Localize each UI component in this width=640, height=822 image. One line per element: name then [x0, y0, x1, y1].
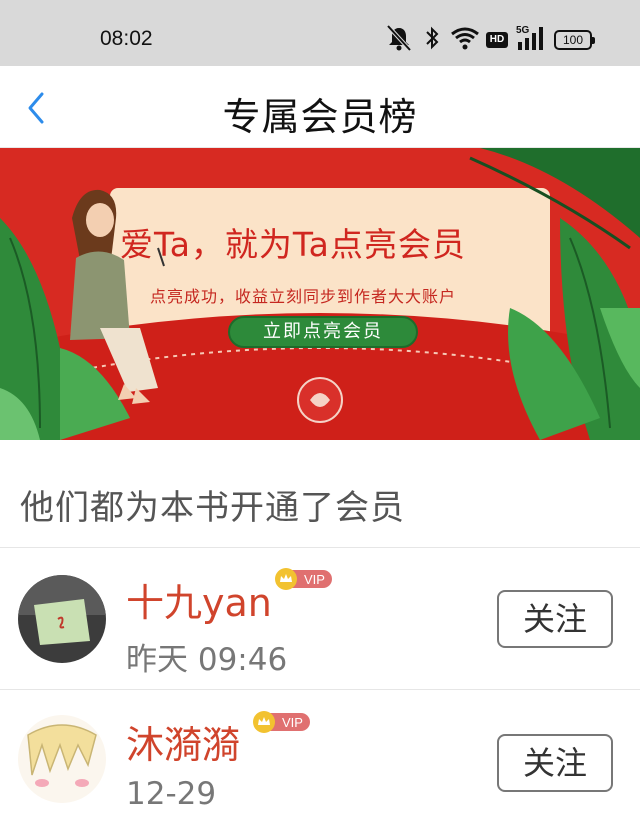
activate-membership-button[interactable]: 立即点亮会员	[228, 316, 418, 348]
svg-text:5G: 5G	[516, 25, 530, 36]
banner-subtitle: 点亮成功，收益立刻同步到作者大大账户	[150, 287, 457, 306]
page-title: 专属会员榜	[222, 95, 418, 139]
avatar[interactable]	[18, 715, 106, 803]
list-item: 十九yan VIP 昨天 09:46 关注	[0, 548, 640, 688]
avatar-image	[18, 715, 106, 803]
status-icons: HD 5G 100	[382, 22, 602, 58]
5g-signal-icon: 5G	[516, 25, 543, 50]
list-item: 沐漪漪 VIP 12-29 关注	[0, 690, 640, 822]
section-title: 他们都为本书开通了会员	[20, 488, 405, 528]
follow-button[interactable]: 关注	[497, 590, 613, 648]
vip-badge: VIP	[275, 568, 332, 590]
hd-icon: HD	[486, 32, 508, 48]
avatar[interactable]	[18, 575, 106, 663]
banner-headline: 爱Ta，就为Ta点亮会员	[120, 225, 466, 264]
mute-bell-icon	[386, 24, 412, 52]
member-name[interactable]: 十九yan	[126, 572, 272, 627]
member-name[interactable]: 沐漪漪	[126, 714, 240, 769]
vip-badge-label: VIP	[304, 572, 325, 587]
follow-button[interactable]: 关注	[497, 734, 613, 792]
avatar-image	[18, 575, 106, 663]
member-timestamp: 昨天 09:46	[126, 642, 288, 678]
member-timestamp: 12-29	[126, 776, 217, 812]
bluetooth-icon	[426, 26, 439, 50]
promo-banner[interactable]: 爱Ta，就为Ta点亮会员 点亮成功，收益立刻同步到作者大大账户 立即点亮会员	[0, 148, 640, 440]
nav-bar: 专属会员榜	[0, 66, 640, 148]
vip-badge-label: VIP	[282, 715, 303, 730]
battery-icon: 100	[554, 30, 595, 50]
vip-badge: VIP	[253, 711, 310, 733]
wifi-icon	[451, 27, 479, 50]
status-bar: 08:02 HD 5G 100	[0, 0, 640, 66]
status-time: 08:02	[100, 27, 153, 50]
